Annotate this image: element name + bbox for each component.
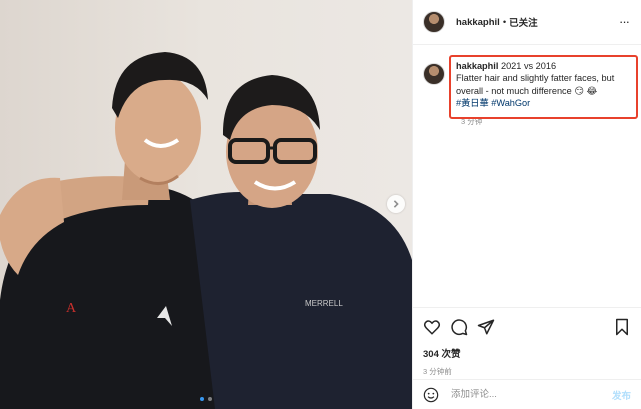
likes-count[interactable]: 304 次赞	[423, 346, 631, 360]
bookmark-icon[interactable]	[613, 318, 631, 336]
header-separator: •	[502, 16, 507, 28]
publish-button[interactable]: 发布	[612, 388, 631, 402]
post-time: 3 分钟前	[423, 367, 452, 376]
comment-bar: 发布	[413, 379, 641, 409]
comment-input[interactable]	[449, 388, 612, 401]
comment-icon[interactable]	[450, 318, 468, 336]
smiley-icon[interactable]	[423, 387, 439, 403]
post-header: hakkaphil • 已关注 ···	[413, 0, 641, 45]
avatar[interactable]	[423, 11, 445, 33]
carousel-dot	[208, 397, 212, 401]
carousel-dot	[200, 397, 204, 401]
caption-avatar[interactable]	[423, 63, 445, 85]
post-photo[interactable]: A MERRELL	[0, 0, 412, 409]
shirt-logo-left: A	[66, 301, 77, 316]
shirt-logo-right: MERRELL	[305, 299, 343, 308]
chevron-right-icon	[393, 200, 399, 208]
header-username[interactable]: hakkaphil	[456, 17, 500, 28]
share-icon[interactable]	[477, 318, 495, 336]
follow-status[interactable]: 已关注	[509, 15, 538, 29]
carousel-dots	[0, 397, 412, 401]
action-icons	[423, 317, 631, 337]
carousel-next-button[interactable]	[387, 195, 405, 213]
more-options-icon[interactable]: ···	[619, 14, 630, 29]
instagram-post: A MERRELL hakkaphil • 已关注 ··· hakkaphil …	[0, 0, 641, 409]
photo-two-men: A MERRELL	[0, 0, 412, 409]
heart-icon[interactable]	[423, 318, 441, 336]
caption-highlight-box	[449, 55, 638, 119]
